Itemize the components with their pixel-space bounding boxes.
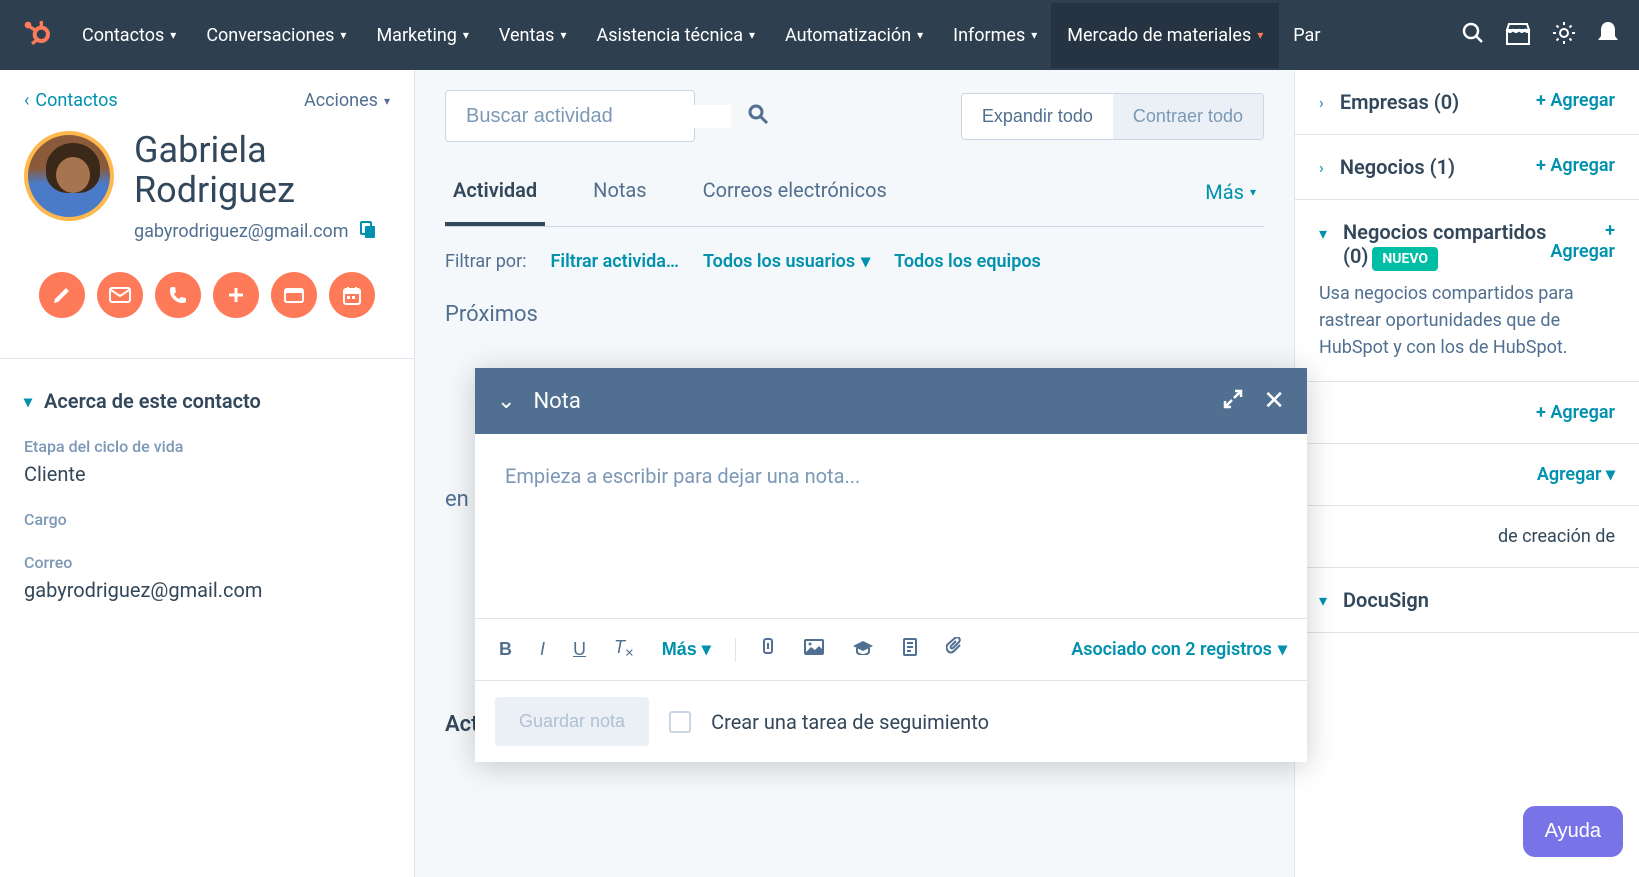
- search-icon[interactable]: [747, 103, 769, 129]
- agregar-dropdown[interactable]: Agregar ▾: [1537, 464, 1615, 485]
- attachment-icon[interactable]: [756, 633, 780, 666]
- help-button[interactable]: Ayuda: [1523, 806, 1623, 857]
- image-icon[interactable]: [800, 635, 828, 664]
- paperclip-icon[interactable]: [942, 633, 968, 666]
- email-field-label: Correo: [24, 553, 390, 572]
- calendar-button[interactable]: [329, 272, 375, 318]
- expand-icon[interactable]: [1223, 389, 1243, 413]
- bold-button[interactable]: B: [495, 635, 516, 664]
- nav-marketing[interactable]: Marketing▾: [376, 25, 468, 46]
- contact-avatar: [24, 131, 114, 221]
- email-field-value[interactable]: gabyrodriguez@gmail.com: [24, 578, 390, 602]
- more-format-button[interactable]: Más ▾: [658, 635, 715, 664]
- note-modal: ⌄ Nota ✕ B I U T× Más ▾ Asociado con 2 r…: [475, 368, 1307, 762]
- hubspot-logo-icon[interactable]: [20, 17, 52, 53]
- nav-conversaciones[interactable]: Conversaciones▾: [206, 25, 346, 46]
- note-modal-title: Nota: [533, 389, 580, 414]
- actions-menu[interactable]: Acciones▾: [304, 90, 390, 111]
- search-icon[interactable]: [1461, 21, 1485, 49]
- bell-icon[interactable]: [1597, 20, 1619, 50]
- nuevo-badge: NUEVO: [1372, 247, 1438, 271]
- add-deal[interactable]: + Agregar: [1536, 155, 1615, 176]
- add-generic-1[interactable]: + Agregar: [1536, 402, 1615, 423]
- email-button[interactable]: [97, 272, 143, 318]
- collapse-icon[interactable]: ⌄: [497, 389, 515, 414]
- lifecycle-label: Etapa del ciclo de vida: [24, 437, 390, 456]
- note-textarea[interactable]: [475, 434, 1307, 614]
- docusign-toggle[interactable]: ▾ DocuSign: [1319, 588, 1615, 612]
- nav-ventas[interactable]: Ventas▾: [499, 25, 567, 46]
- collapse-all-button[interactable]: Contraer todo: [1113, 94, 1263, 139]
- underline-button[interactable]: U: [569, 635, 590, 664]
- tab-more[interactable]: Más▾: [1197, 162, 1264, 226]
- nav-informes[interactable]: Informes▾: [953, 25, 1037, 46]
- role-label: Cargo: [24, 510, 390, 529]
- contact-email: gabyrodriguez@gmail.com: [134, 221, 349, 242]
- filter-teams[interactable]: Todos los equipos: [894, 251, 1041, 272]
- followup-label: Crear una tarea de seguimiento: [711, 710, 989, 734]
- nav-contactos[interactable]: Contactos▾: [82, 25, 176, 46]
- nav-mercado[interactable]: Mercado de materiales▾: [1051, 3, 1279, 68]
- shared-deals-desc: Usa negocios compartidos para rastrear o…: [1319, 280, 1615, 361]
- add-shared-deal[interactable]: + Agregar: [1550, 220, 1615, 262]
- meeting-button[interactable]: [271, 272, 317, 318]
- call-button[interactable]: [155, 272, 201, 318]
- save-note-button[interactable]: Guardar nota: [495, 697, 649, 746]
- filter-users[interactable]: Todos los usuarios▾: [703, 251, 870, 272]
- grad-cap-icon[interactable]: [848, 635, 878, 664]
- marketplace-icon[interactable]: [1505, 20, 1531, 50]
- about-section-toggle[interactable]: ▾ Acerca de este contacto: [24, 389, 390, 413]
- settings-icon[interactable]: [1551, 20, 1577, 50]
- lifecycle-value[interactable]: Cliente: [24, 462, 390, 486]
- search-input[interactable]: [466, 105, 731, 128]
- italic-button[interactable]: I: [536, 635, 549, 664]
- filter-activity[interactable]: Filtrar activida…: [551, 251, 679, 272]
- snippet-icon[interactable]: [898, 633, 922, 666]
- companies-toggle[interactable]: › Empresas (0): [1319, 90, 1459, 114]
- creation-partial: de creación de: [1319, 526, 1615, 547]
- nav-automatizacion[interactable]: Automatización▾: [785, 25, 923, 46]
- back-to-contacts[interactable]: ‹Contactos: [24, 90, 118, 111]
- nav-par[interactable]: Par: [1293, 25, 1320, 46]
- clear-format-button[interactable]: T×: [610, 633, 638, 666]
- expand-all-button[interactable]: Expandir todo: [962, 94, 1113, 139]
- tab-notas[interactable]: Notas: [585, 162, 654, 226]
- shared-deals-toggle[interactable]: ▾ Negocios compartidos (0) NUEVO: [1319, 220, 1550, 268]
- activity-search[interactable]: [445, 90, 695, 142]
- filter-label: Filtrar por:: [445, 251, 527, 272]
- upcoming-heading: Próximos: [445, 302, 1264, 327]
- note-button[interactable]: [39, 272, 85, 318]
- deals-toggle[interactable]: › Negocios (1): [1319, 155, 1455, 179]
- contact-name: Gabriela Rodriguez: [134, 131, 390, 210]
- add-button[interactable]: [213, 272, 259, 318]
- followup-checkbox[interactable]: [669, 711, 691, 733]
- tab-correos[interactable]: Correos electrónicos: [695, 162, 895, 226]
- close-icon[interactable]: ✕: [1263, 386, 1285, 416]
- copy-icon[interactable]: [359, 220, 377, 242]
- associated-records[interactable]: Asociado con 2 registros▾: [1071, 639, 1287, 660]
- tab-actividad[interactable]: Actividad: [445, 162, 545, 226]
- nav-asistencia[interactable]: Asistencia técnica▾: [596, 25, 755, 46]
- add-company[interactable]: + Agregar: [1536, 90, 1615, 111]
